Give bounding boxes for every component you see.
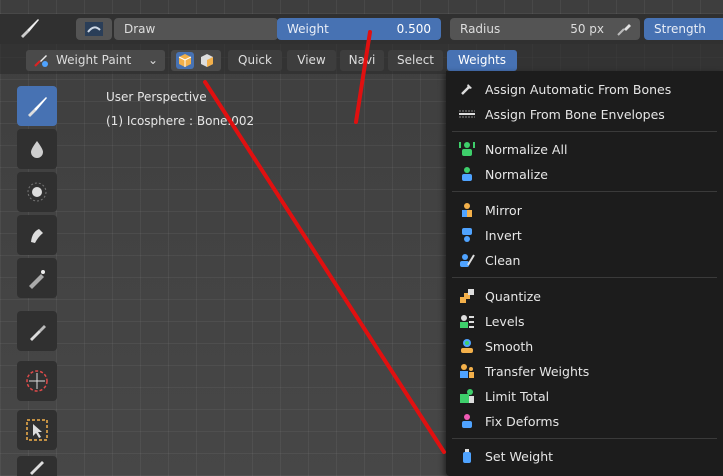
red-annotation-strokes	[203, 30, 446, 454]
red-arrow-line	[354, 30, 372, 124]
red-arrow-line	[203, 80, 446, 454]
